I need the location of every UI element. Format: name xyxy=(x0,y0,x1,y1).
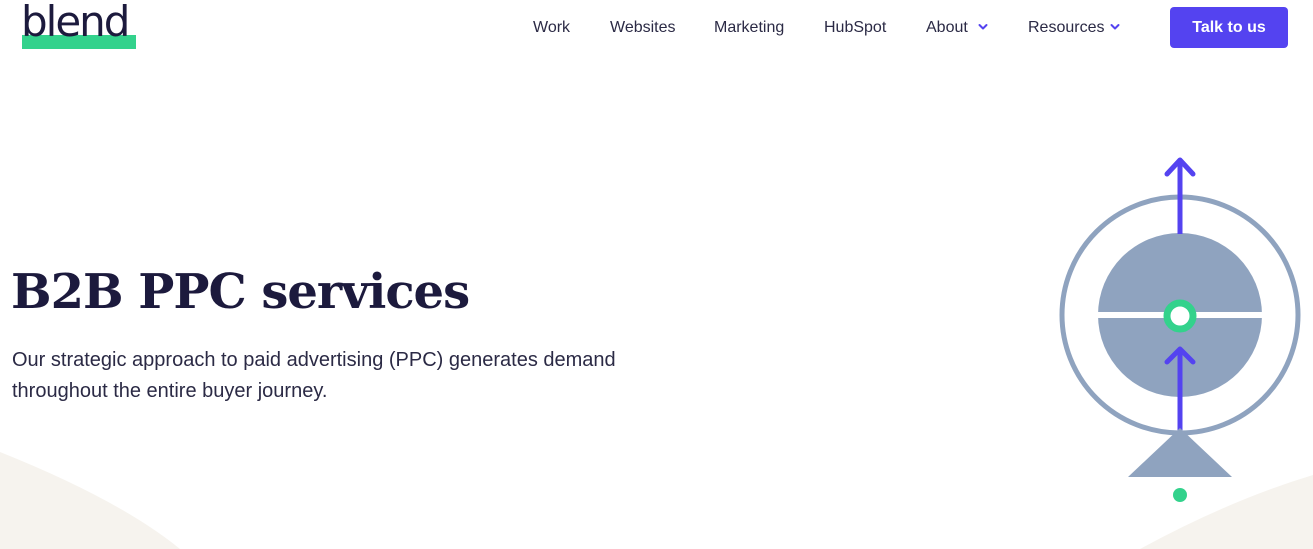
chevron-down-icon[interactable] xyxy=(978,23,988,31)
nav-item-work[interactable]: Work xyxy=(533,17,570,39)
hero-subtitle: Our strategic approach to paid advertisi… xyxy=(12,345,662,407)
base-triangle xyxy=(1128,428,1232,477)
nav-item-resources[interactable]: Resources xyxy=(1028,17,1104,39)
green-dot xyxy=(1173,488,1187,502)
chevron-down-icon[interactable] xyxy=(1110,23,1120,31)
nav-item-resources-label: Resources xyxy=(1028,19,1105,36)
hero-subtitle-line-1: Our strategic approach to paid advertisi… xyxy=(12,349,616,371)
nav-item-about[interactable]: About xyxy=(926,17,968,39)
nav-item-websites[interactable]: Websites xyxy=(610,17,676,39)
site-header: blend Work Websites Marketing HubSpot Ab… xyxy=(0,0,1313,58)
main-nav: Work Websites Marketing HubSpot About Re… xyxy=(0,17,1313,41)
compass-arrow-illustration xyxy=(1059,157,1301,502)
nav-item-marketing[interactable]: Marketing xyxy=(714,17,784,39)
nav-item-about-label: About xyxy=(926,19,968,36)
talk-to-us-button[interactable]: Talk to us xyxy=(1170,7,1288,48)
hero-subtitle-line-2: throughout the entire buyer journey. xyxy=(12,380,328,402)
center-node xyxy=(1163,299,1197,333)
nav-item-hubspot[interactable]: HubSpot xyxy=(824,17,886,39)
page-title: B2B PPC services xyxy=(11,264,470,320)
